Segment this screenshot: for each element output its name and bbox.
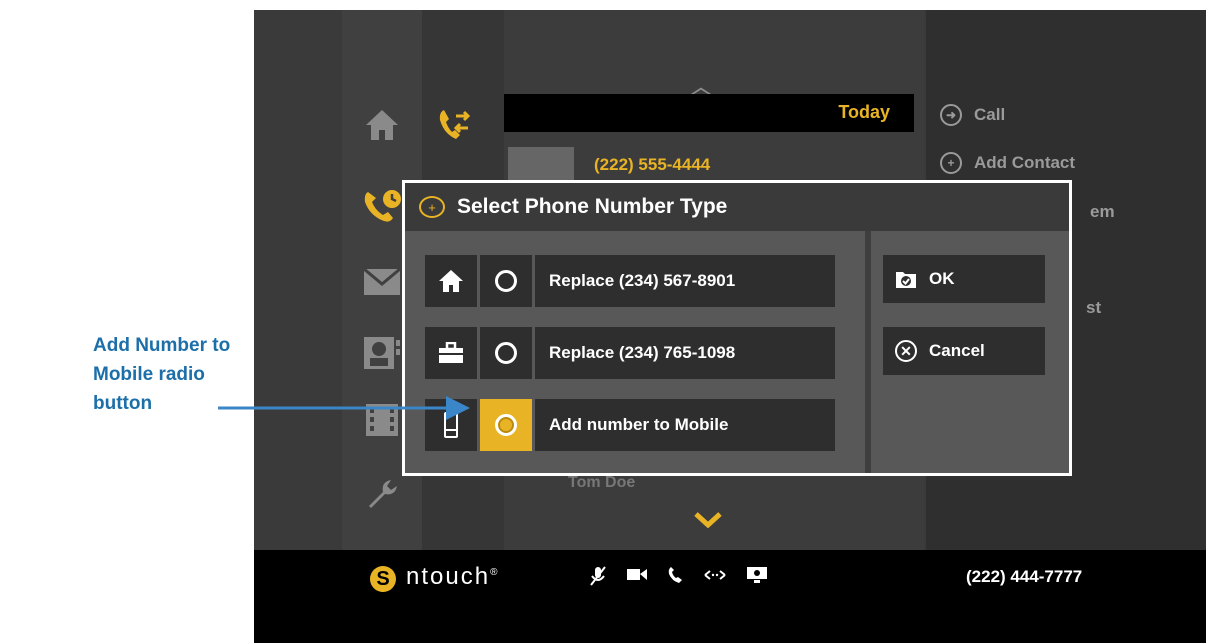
option-row-home[interactable]: Replace (234) 567-8901 (425, 255, 835, 307)
add-contact-label: Add Contact (974, 153, 1076, 172)
home-icon (425, 255, 477, 307)
all-calls-icon[interactable] (438, 108, 472, 147)
partial-action-1-label: em (1090, 202, 1115, 221)
add-contact-icon: + (940, 152, 962, 174)
cancel-icon: ✕ (895, 340, 917, 362)
sorenson-logo: S (370, 566, 396, 592)
cancel-label: Cancel (929, 341, 985, 360)
microphone-muted-icon (590, 566, 606, 591)
ok-button[interactable]: OK (883, 255, 1045, 303)
callout-line-3: button (93, 393, 153, 414)
today-label: Today (838, 102, 890, 122)
brand-registered: ® (490, 567, 498, 578)
call-entry-number[interactable]: (222) 555-4444 (594, 155, 710, 175)
today-group-header: Today (504, 94, 914, 132)
ok-label: OK (929, 269, 955, 288)
brand-name-text: ntouch (406, 563, 491, 590)
select-phone-number-type-dialog: + Select Phone Number Type Replace (234)… (402, 180, 1072, 476)
dialog-divider (865, 231, 871, 473)
add-contact-action[interactable]: + Add Contact (940, 152, 1075, 174)
partial-entry-name: Tom Doe (568, 474, 636, 491)
mobile-radio-button[interactable] (480, 399, 532, 451)
monitor-icon (746, 566, 768, 591)
network-icon (704, 566, 726, 591)
my-phone-number: (222) 444-7777 (966, 567, 1083, 586)
dialog-title: Select Phone Number Type (457, 195, 728, 218)
callout-line-2: Mobile radio (93, 364, 205, 385)
home-radio-button[interactable] (480, 255, 532, 307)
brand-name: ntouch® (406, 563, 497, 591)
home-option-label[interactable]: Replace (234) 567-8901 (535, 255, 835, 307)
option-row-work[interactable]: Replace (234) 765-1098 (425, 327, 835, 379)
contact-avatar (508, 147, 574, 183)
call-action-icon: ➜ (940, 104, 962, 126)
call-action-label: Call (974, 105, 1006, 124)
option-row-mobile[interactable]: Add number to Mobile (425, 399, 835, 451)
partial-action-2-label: st (1086, 298, 1102, 317)
mobile-phone-icon (425, 399, 477, 451)
cancel-button[interactable]: ✕ Cancel (883, 327, 1045, 375)
partial-action-1[interactable]: em (1090, 202, 1115, 222)
settings-wrench-icon[interactable] (352, 476, 412, 522)
callout-line-1: Add Number to (93, 335, 231, 356)
dialog-title-bar: + Select Phone Number Type (405, 183, 1069, 231)
work-option-label[interactable]: Replace (234) 765-1098 (535, 327, 835, 379)
annotation-callout: Add Number to Mobile radio button (93, 331, 253, 418)
phone-icon (668, 566, 684, 591)
video-camera-icon (626, 566, 648, 591)
home-icon[interactable] (352, 108, 412, 150)
scroll-down-icon[interactable] (694, 504, 722, 535)
briefcase-icon (425, 327, 477, 379)
add-contact-icon: + (419, 196, 445, 218)
status-icons (590, 566, 768, 591)
call-action[interactable]: ➜ Call (940, 104, 1005, 126)
mobile-option-label[interactable]: Add number to Mobile (535, 399, 835, 451)
status-bar (254, 550, 1206, 643)
work-radio-button[interactable] (480, 327, 532, 379)
ntouch-screen: ︿ Today (222) 555-4444 Tom Doe ➜ Call + … (254, 10, 1206, 643)
ok-icon (895, 268, 917, 290)
partial-action-2[interactable]: st (1086, 298, 1101, 318)
